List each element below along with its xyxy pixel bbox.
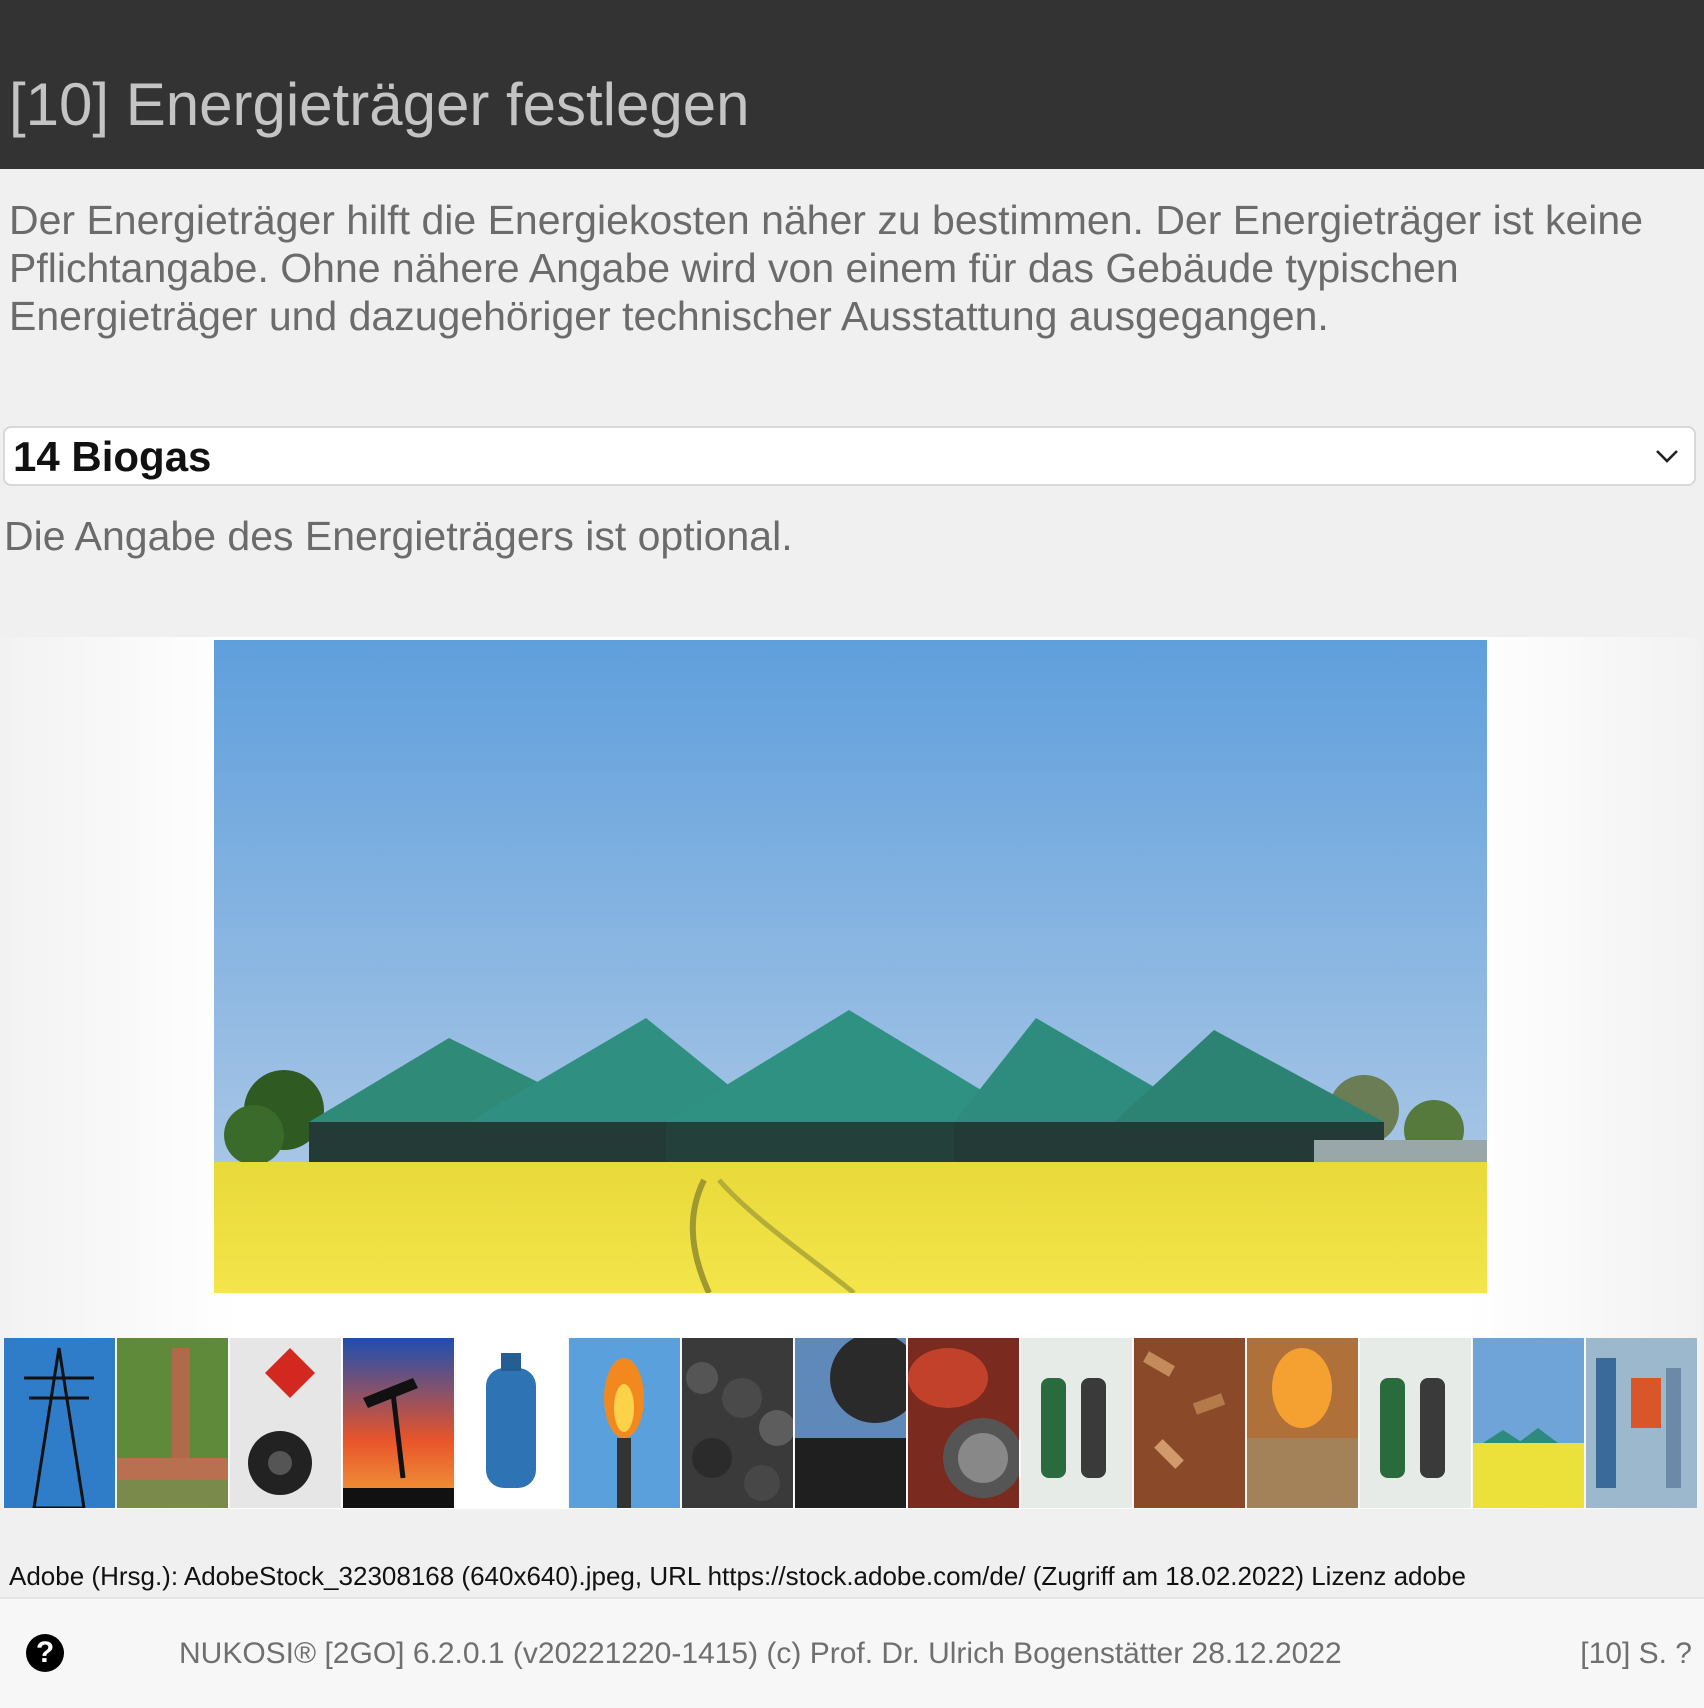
thumb-power-pylon[interactable] — [3, 1338, 115, 1508]
thumb-biogas-plant[interactable] — [1472, 1338, 1584, 1508]
thumb-coal-excavator[interactable] — [794, 1338, 906, 1508]
page-header: [10] Energieträger festlegen — [0, 0, 1704, 169]
thumb-gas-flare[interactable] — [568, 1338, 680, 1508]
footer: ? NUKOSI® [2GO] 6.2.0.1 (v20221220-1415)… — [0, 1597, 1704, 1708]
thumb-coal-pile[interactable] — [681, 1338, 793, 1508]
thumb-wood-chips[interactable] — [1133, 1338, 1245, 1508]
energy-carrier-select[interactable]: 14 Biogas — [3, 426, 1696, 486]
thumb-oil-pump[interactable] — [342, 1338, 454, 1508]
thumb-oil-barrels[interactable] — [907, 1338, 1019, 1508]
thumb-fuel-nozzles[interactable] — [1020, 1338, 1132, 1508]
intro-text: Der Energieträger hilft die Energiekoste… — [9, 197, 1643, 339]
thumb-heat-pump-installation[interactable] — [1585, 1338, 1697, 1508]
thumb-district-heating-pipes[interactable] — [116, 1338, 228, 1508]
page-title: [10] Energieträger festlegen — [9, 71, 750, 138]
thumb-gas-hazard-sign[interactable] — [229, 1338, 341, 1508]
page-indicator: [10] S. ? — [1580, 1637, 1692, 1670]
help-icon[interactable]: ? — [26, 1634, 64, 1672]
thumbnail-strip — [3, 1293, 1698, 1509]
image-credit: Adobe (Hrsg.): AdobeStock_32308168 (640x… — [9, 1561, 1466, 1591]
thumb-wood-pellets[interactable] — [1246, 1338, 1358, 1508]
version-info: NUKOSI® [2GO] 6.2.0.1 (v20221220-1415) (… — [179, 1637, 1342, 1670]
selected-energy-carrier: 14 Biogas — [13, 433, 212, 480]
chevron-down-icon — [1656, 450, 1678, 463]
main-image — [214, 640, 1487, 1293]
optional-hint: Die Angabe des Energieträgers ist option… — [4, 513, 793, 559]
thumb-gas-bottle[interactable] — [455, 1338, 567, 1508]
thumb-fuel-nozzles-2[interactable] — [1359, 1338, 1471, 1508]
biogas-plant-image — [214, 640, 1487, 1293]
